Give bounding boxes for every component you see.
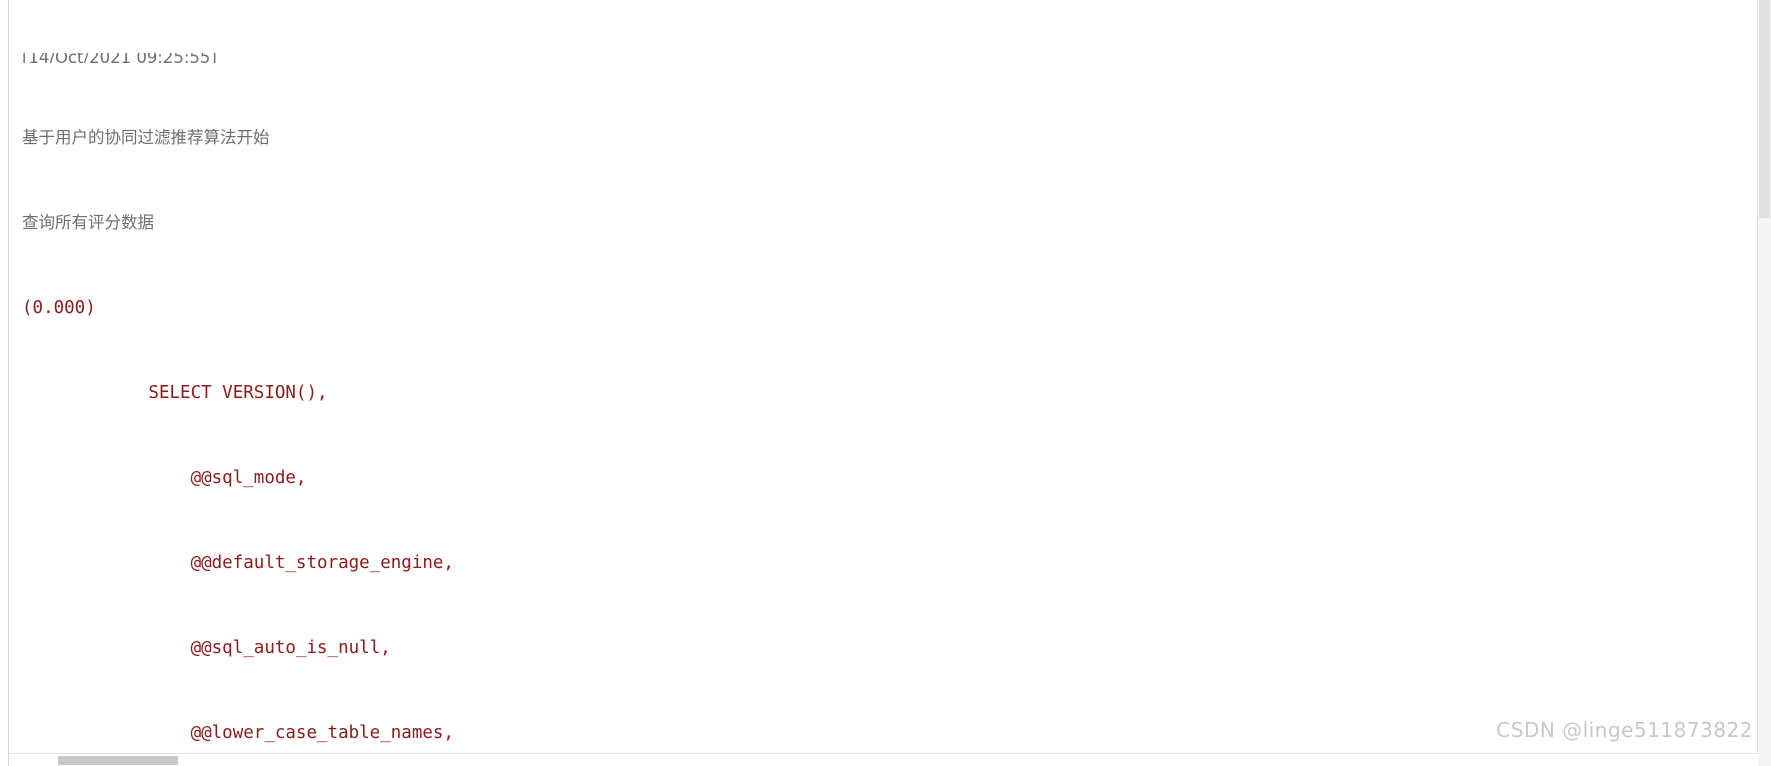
log-line-sql-auto-is-null: @@sql_auto_is_null, [22, 638, 391, 658]
log-line-clipped-top: [14/Oct/2021 09:25:55] [22, 53, 217, 63]
log-line-sql-sql-mode: @@sql_mode, [22, 468, 307, 488]
console-output-pane: [14/Oct/2021 09:25:55] 基于用户的协同过滤推荐算法开始 查… [0, 0, 1771, 766]
vertical-scrollbar[interactable] [1757, 0, 1771, 766]
log-text-area[interactable]: [14/Oct/2021 09:25:55] 基于用户的协同过滤推荐算法开始 查… [0, 0, 1771, 766]
log-line-sql-default-engine: @@default_storage_engine, [22, 553, 454, 573]
log-line-timing-0: (0.000) [22, 298, 96, 318]
csdn-watermark: CSDN @linge511873822 [1496, 718, 1753, 742]
vertical-scrollbar-thumb[interactable] [1759, 0, 1770, 218]
log-line-query-all-scores: 查询所有评分数据 [22, 213, 154, 232]
horizontal-scrollbar-thumb[interactable] [58, 756, 178, 765]
log-line-sql-select-version: SELECT VERSION(), [22, 383, 328, 403]
log-line-algo-start: 基于用户的协同过滤推荐算法开始 [22, 128, 270, 147]
horizontal-scrollbar[interactable] [9, 753, 1758, 766]
